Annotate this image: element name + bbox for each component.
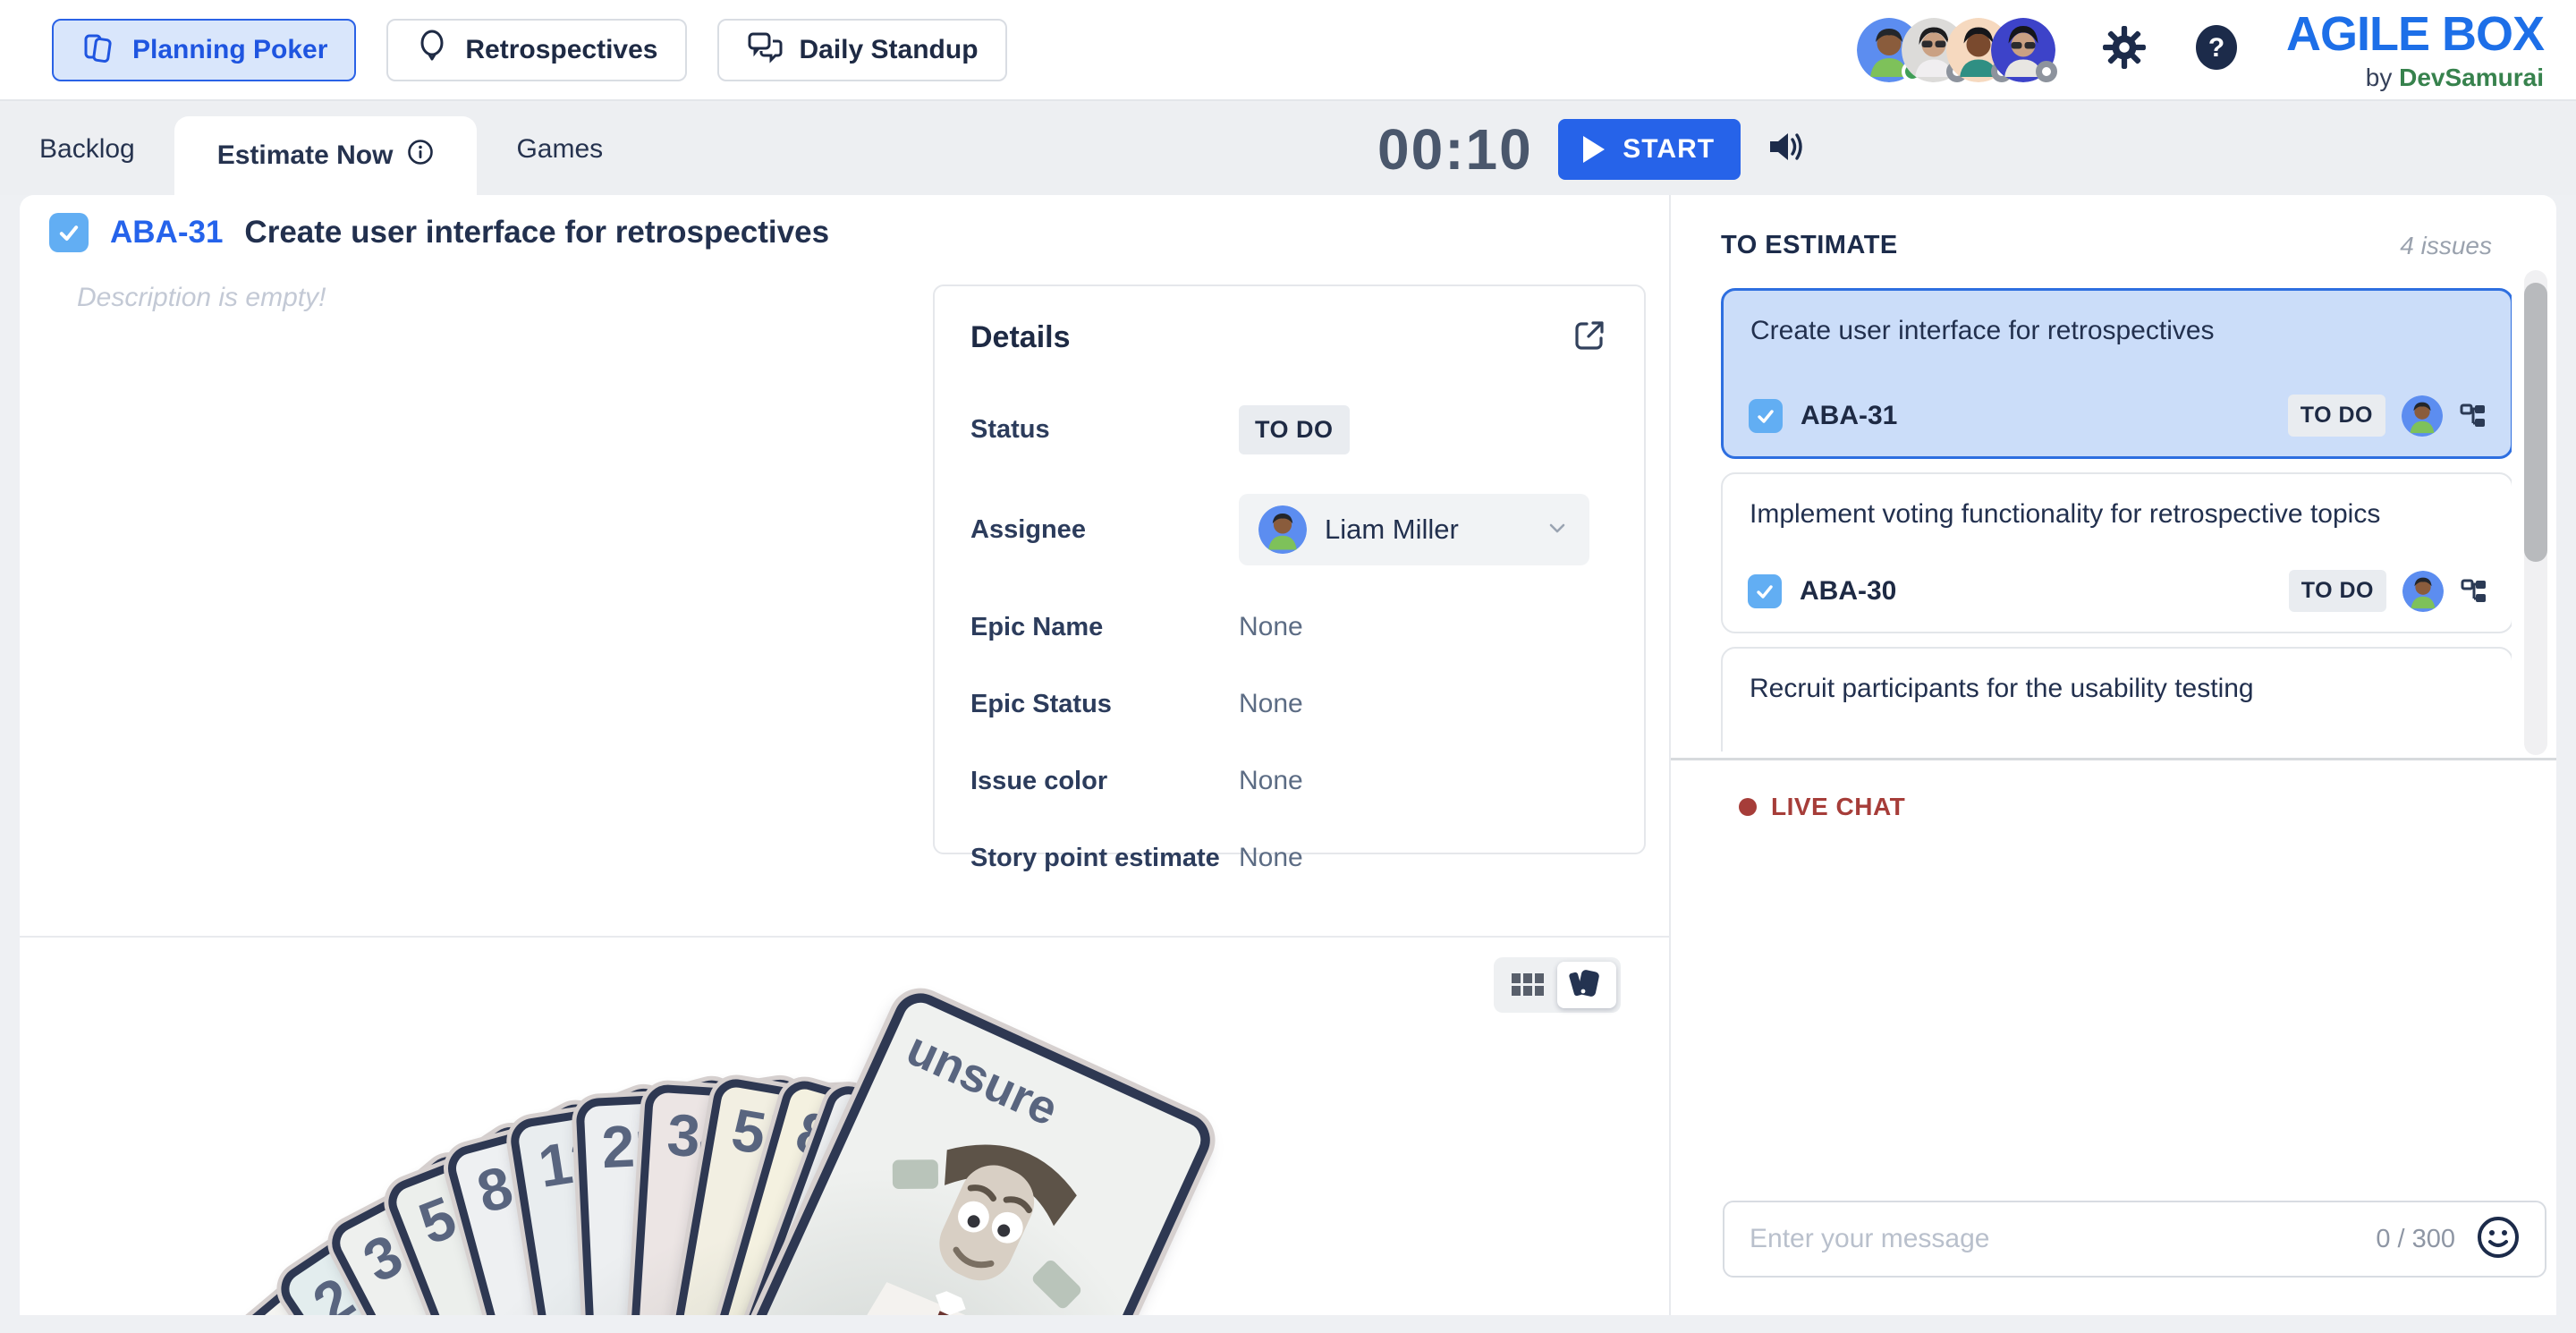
chevron-down-icon	[1545, 515, 1570, 545]
daily-standup-icon	[746, 29, 784, 72]
retrospectives-icon	[415, 29, 449, 72]
assignee-avatar	[2402, 395, 2443, 437]
detail-row-assignee: Assignee Liam Miller	[970, 494, 1608, 565]
top-bar-right: ? AGILE BOX by DevSamurai	[1857, 10, 2544, 90]
nav-label: Daily Standup	[800, 35, 979, 65]
issue-count: 4 issues	[2400, 232, 2492, 260]
chat-message-input[interactable]	[1748, 1223, 2356, 1255]
detail-row-status: Status TO DO	[970, 405, 1608, 454]
brand-byline: by DevSamurai	[2366, 65, 2544, 90]
nav-label: Retrospectives	[465, 35, 657, 65]
info-icon	[407, 139, 434, 173]
top-bar: Planning Poker Retrospectives Daily Stan…	[0, 0, 2576, 101]
live-chat-header: LIVE CHAT	[1739, 793, 1905, 821]
detail-row-epic-status: Epic Status None	[970, 689, 1608, 719]
chat-divider	[1671, 758, 2556, 760]
issue-card-aba-30[interactable]: Implement voting functionality for retro…	[1721, 472, 2512, 633]
play-icon	[1583, 136, 1605, 163]
poker-card-fan: 1 2 3 5 8 13 21 34 55 89 tea unsure	[20, 938, 1669, 1315]
issue-description-empty: Description is empty!	[77, 283, 326, 313]
to-estimate-header: TO ESTIMATE 4 issues	[1721, 231, 2492, 260]
issue-checkbox[interactable]	[49, 213, 89, 252]
planning-poker-icon	[80, 29, 116, 72]
status-badge: TO DO	[2289, 570, 2386, 612]
chat-char-counter: 0 / 300	[2376, 1225, 2455, 1254]
start-button[interactable]: START	[1558, 119, 1741, 180]
issue-card-clipped[interactable]: Recruit participants for the usability t…	[1721, 647, 2512, 751]
detail-row-issue-color: Issue color None	[970, 766, 1608, 796]
nav-retrospectives[interactable]: Retrospectives	[386, 19, 686, 81]
open-details-external-link-icon[interactable]	[1571, 317, 1608, 359]
status-badge: TO DO	[1239, 405, 1350, 454]
detail-row-epic-name: Epic Name None	[970, 612, 1608, 642]
tab-bar: Backlog Estimate Now Games 00:10 START	[0, 103, 2576, 195]
nav-label: Planning Poker	[132, 35, 327, 65]
detail-row-story-point: Story point estimate None	[970, 843, 1608, 873]
chat-input-box: 0 / 300	[1723, 1201, 2546, 1278]
scrollbar-thumb[interactable]	[2524, 283, 2547, 562]
nav-planning-poker[interactable]: Planning Poker	[52, 19, 356, 81]
settings-gear-icon[interactable]	[2102, 25, 2147, 74]
details-card: Details Status TO DO Assignee Liam Mille…	[933, 284, 1646, 854]
emoji-smiley-icon[interactable]	[2475, 1214, 2521, 1265]
live-chat-title: LIVE CHAT	[1771, 793, 1905, 821]
hierarchy-icon[interactable]	[2459, 402, 2487, 430]
sidebar-scrollbar[interactable]	[2524, 270, 2547, 755]
status-badge: TO DO	[2288, 395, 2385, 437]
tab-estimate-now[interactable]: Estimate Now	[174, 116, 478, 195]
svg-text:?: ?	[2208, 33, 2224, 63]
assignee-avatar	[1258, 505, 1307, 554]
issue-card-checkbox[interactable]	[1749, 399, 1783, 433]
assignee-dropdown[interactable]: Liam Miller	[1239, 494, 1589, 565]
issue-card-aba-31[interactable]: Create user interface for retrospectives…	[1721, 288, 2512, 459]
issue-card-checkbox[interactable]	[1748, 574, 1782, 608]
issue-key[interactable]: ABA-31	[110, 215, 223, 250]
issue-detail-area: ABA-31 Create user interface for retrosp…	[20, 195, 1669, 1315]
details-title: Details	[970, 320, 1071, 355]
brand-logo: AGILE BOX by DevSamurai	[2286, 10, 2544, 90]
assignee-avatar	[2402, 571, 2444, 612]
live-dot-icon	[1739, 798, 1757, 816]
hierarchy-icon[interactable]	[2460, 577, 2488, 606]
sound-icon[interactable]	[1766, 127, 1807, 171]
tab-games[interactable]: Games	[477, 103, 642, 195]
help-icon[interactable]: ?	[2193, 24, 2240, 75]
offline-status-dot	[2036, 61, 2057, 82]
participant-avatars[interactable]	[1857, 18, 2055, 82]
avatar-user-4[interactable]	[1991, 18, 2055, 82]
to-estimate-title: TO ESTIMATE	[1721, 231, 1898, 260]
issue-header: ABA-31 Create user interface for retrosp…	[49, 213, 829, 252]
timer-value: 00:10	[1377, 116, 1533, 183]
issue-title: Create user interface for retrospectives	[244, 215, 829, 250]
timer-cluster: 00:10 START	[1377, 103, 1807, 195]
app-screen: Planning Poker Retrospectives Daily Stan…	[0, 0, 2576, 1333]
tab-backlog[interactable]: Backlog	[0, 103, 174, 195]
estimate-sidebar: TO ESTIMATE 4 issues Create user interfa…	[1669, 195, 2556, 1315]
brand-title: AGILE BOX	[2286, 10, 2544, 58]
nav-daily-standup[interactable]: Daily Standup	[717, 19, 1007, 81]
content-panel: ABA-31 Create user interface for retrosp…	[20, 195, 2556, 1315]
issue-list: Create user interface for retrospectives…	[1671, 277, 2512, 751]
